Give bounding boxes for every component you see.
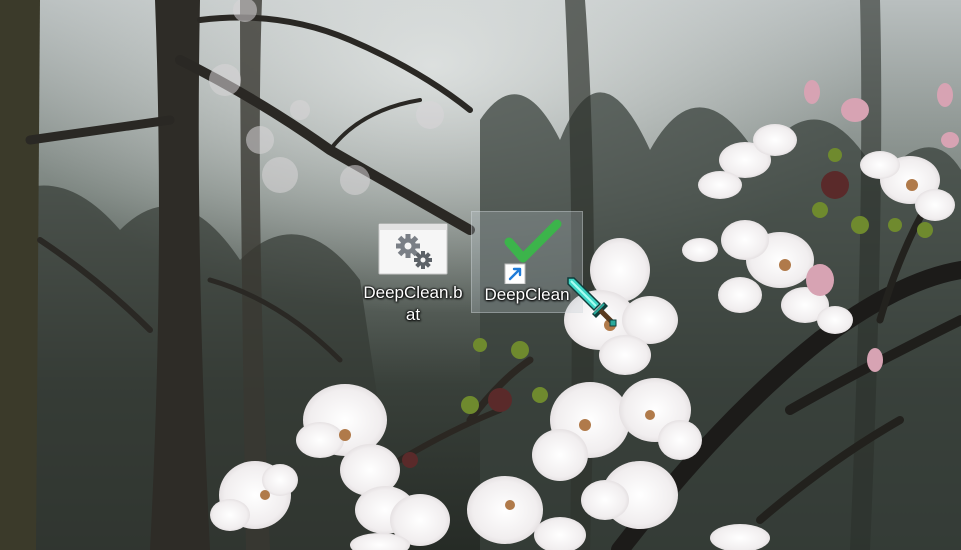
desktop-icon-deepclean-shortcut[interactable]: DeepClean (471, 211, 583, 313)
desktop[interactable]: DeepClean.bat DeepClean (0, 0, 961, 550)
shortcut-arrow-icon (504, 263, 526, 284)
desktop-icon-label: DeepClean.bat (363, 283, 463, 324)
green-checkmark-shortcut-icon (504, 219, 562, 284)
batch-file-gears-icon (378, 223, 448, 275)
desktop-icon-label: DeepClean (484, 285, 570, 304)
desktop-icon-deepclean-bat[interactable]: DeepClean.bat (357, 212, 469, 326)
